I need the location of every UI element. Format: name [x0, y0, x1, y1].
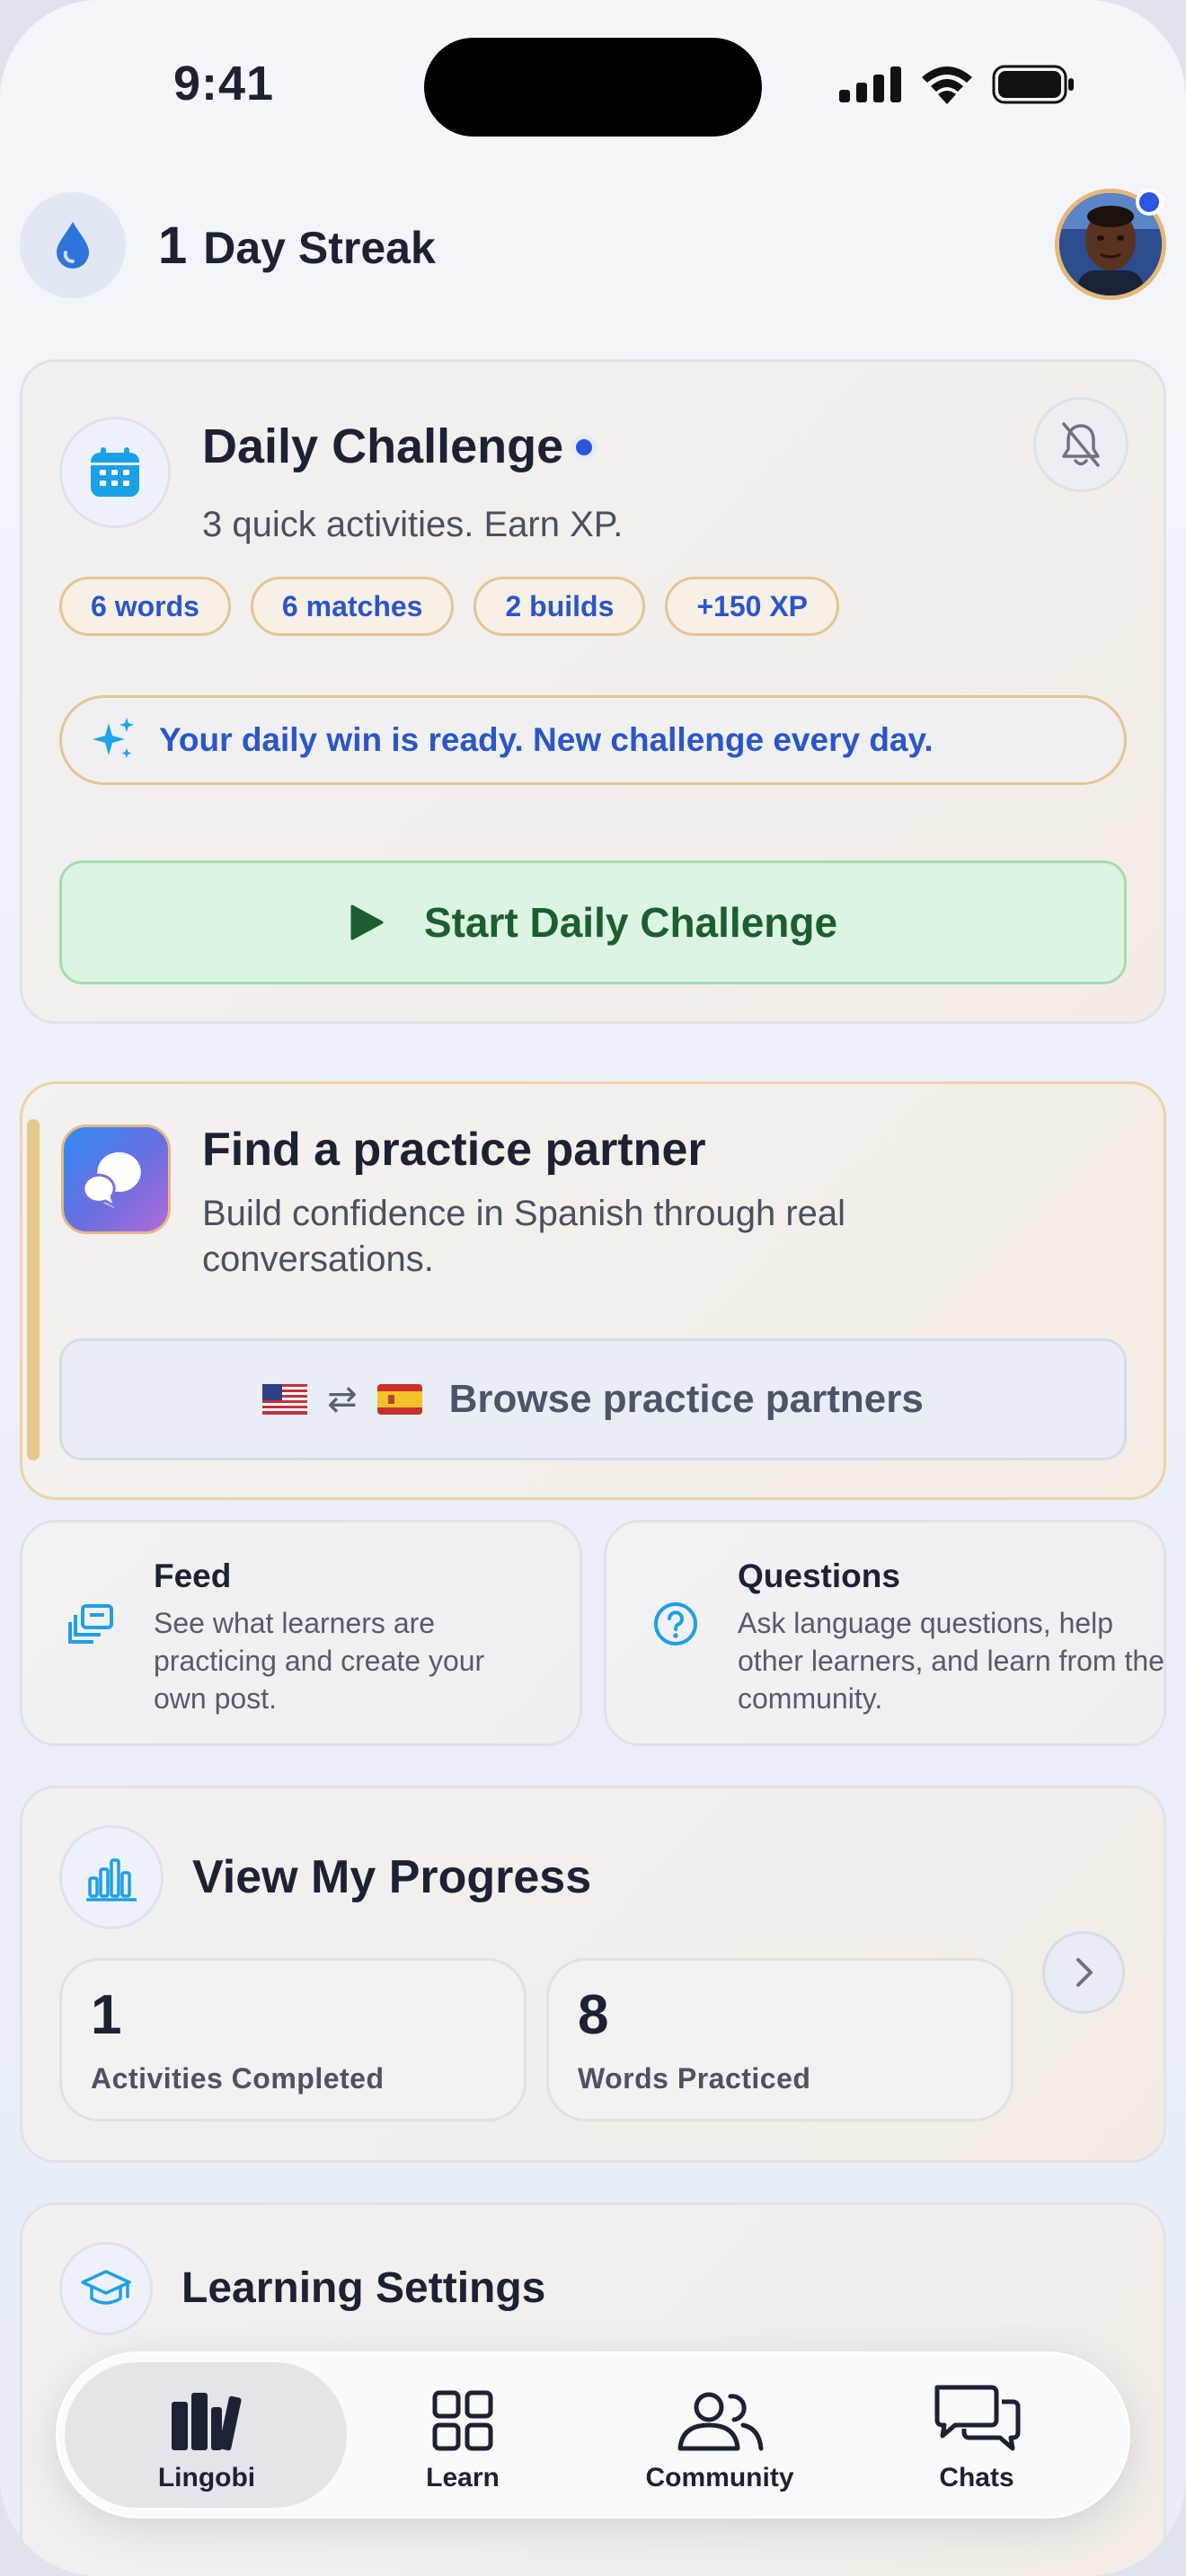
- stat-words-value: 8: [578, 1984, 609, 2046]
- graduation-cap-icon: [59, 2242, 153, 2335]
- chat-bubbles-icon: [934, 2385, 1021, 2451]
- partner-title: Find a practice partner: [202, 1124, 706, 1176]
- start-daily-challenge-label: Start Daily Challenge: [423, 899, 838, 946]
- streak-label: Day Streak: [203, 223, 436, 273]
- feed-title: Feed: [154, 1557, 232, 1594]
- notification-dot: [1136, 189, 1163, 216]
- stat-activities: [59, 1958, 527, 2122]
- bell-off-icon: [1062, 422, 1100, 467]
- learning-settings-title: Learning Settings: [181, 2264, 546, 2312]
- progress-next-button[interactable]: [1042, 1931, 1125, 2014]
- daily-challenge-subtitle: 3 quick activities. Earn XP.: [202, 505, 624, 544]
- tab-learn-label: Learn: [426, 2463, 500, 2492]
- pill-xp: +150 XP: [665, 577, 840, 636]
- pill-words: 6 words: [59, 577, 231, 636]
- tab-lingobi-label: Lingobi: [157, 2463, 256, 2492]
- tab-community-label: Community: [645, 2463, 794, 2492]
- stat-words-label: Words Practiced: [578, 2062, 811, 2095]
- tab-community[interactable]: Community: [621, 2377, 819, 2493]
- us-flag-icon: [262, 1384, 308, 1415]
- tab-chats-label: Chats: [939, 2463, 1014, 2492]
- tab-chats[interactable]: Chats: [878, 2377, 1075, 2493]
- partner-subtitle: Build confidence in Spanish through real…: [202, 1194, 846, 1279]
- browse-practice-partners-label: Browse practice partners: [448, 1377, 924, 1421]
- tab-lingobi[interactable]: Lingobi: [108, 2377, 305, 2493]
- question-icon: [643, 1592, 708, 1656]
- stat-activities-label: Activities Completed: [91, 2062, 385, 2095]
- swap-icon: ⇄: [327, 1380, 358, 1419]
- streak-count: 1: [158, 216, 188, 275]
- daily-win-text: Your daily win is ready. New challenge e…: [159, 721, 934, 758]
- status-icons: [839, 65, 1075, 104]
- stat-activities-value: 1: [91, 1984, 122, 2046]
- start-daily-challenge-button[interactable]: Start Daily Challenge: [59, 860, 1127, 984]
- spain-flag-icon: [376, 1384, 422, 1415]
- questions-title: Questions: [738, 1557, 900, 1594]
- chat-bubble-icon: [61, 1125, 171, 1234]
- stat-words: [546, 1958, 1013, 2122]
- feed-text: See what learners are practicing and cre…: [154, 1607, 485, 1715]
- daily-win-banner: Your daily win is ready. New challenge e…: [59, 695, 1127, 785]
- dynamic-island: [424, 38, 762, 137]
- accent-bar: [27, 1119, 40, 1460]
- challenge-pills: 6 words 6 matches 2 builds +150 XP: [59, 577, 840, 636]
- calendar-icon: [59, 417, 171, 528]
- wifi-icon: [922, 66, 972, 104]
- grid-icon: [432, 2390, 493, 2451]
- pill-matches: 6 matches: [250, 577, 455, 636]
- sparkles-icon: [93, 718, 134, 758]
- bar-chart-icon: [59, 1825, 164, 1929]
- people-icon: [677, 2392, 764, 2451]
- phone-screen: 9:41 1 Day Streak Daily Challenge 3 quic…: [0, 0, 1186, 2576]
- status-time: 9:41: [173, 57, 275, 110]
- books-icon: [172, 2393, 242, 2451]
- new-indicator-dot: [571, 435, 597, 460]
- progress-title: View My Progress: [192, 1851, 592, 1903]
- feed-icon: [59, 1592, 124, 1656]
- mute-reminder-button[interactable]: [1033, 397, 1128, 492]
- streak-drop-icon[interactable]: [20, 192, 126, 298]
- streak-text: 1 Day Streak: [158, 216, 436, 276]
- chevron-right-icon: [1076, 1958, 1093, 1987]
- pill-builds: 2 builds: [474, 577, 646, 636]
- tab-learn[interactable]: Learn: [364, 2377, 562, 2493]
- battery-icon: [992, 65, 1074, 104]
- questions-text: Ask language questions, help other learn…: [738, 1607, 1164, 1715]
- browse-practice-partners-button[interactable]: ⇄ Browse practice partners: [59, 1338, 1127, 1460]
- daily-challenge-title: Daily Challenge: [202, 419, 564, 473]
- play-icon: [350, 904, 384, 940]
- signal-icon: [839, 66, 901, 102]
